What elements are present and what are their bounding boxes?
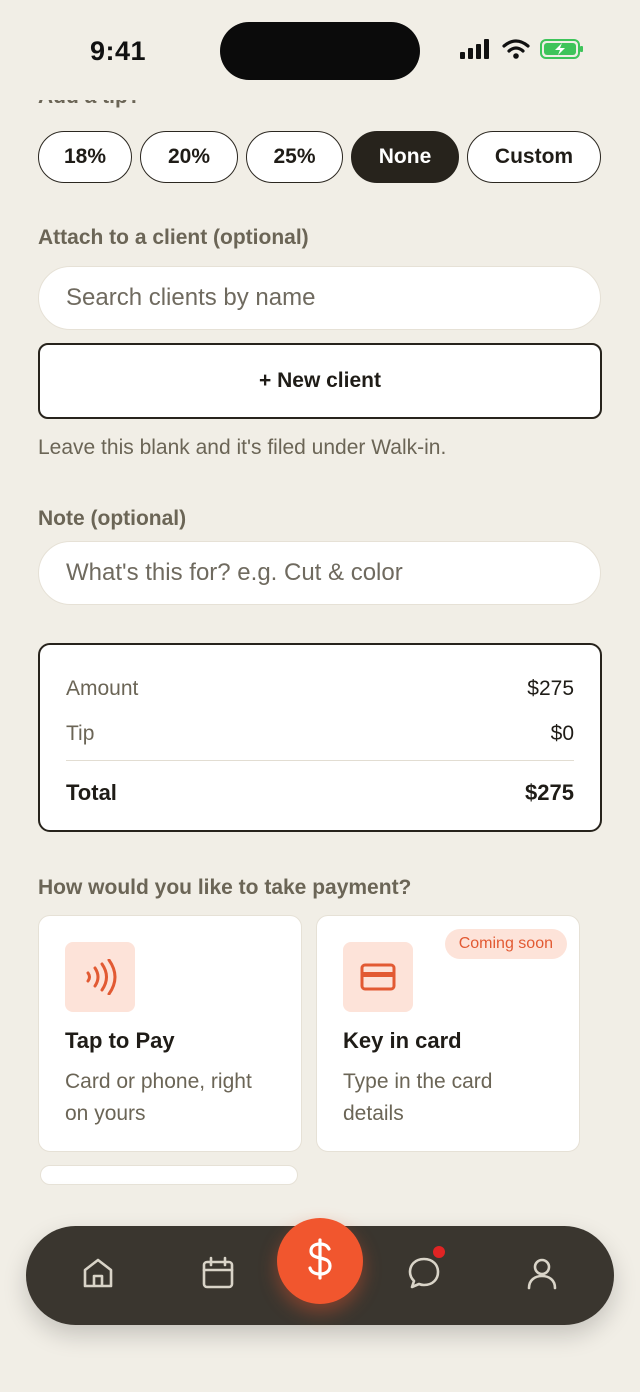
amount-label: Amount bbox=[66, 677, 139, 700]
tip-option-25[interactable]: 25% bbox=[246, 131, 343, 183]
summary-divider bbox=[66, 760, 574, 761]
tap-to-pay-desc: Card or phone, right on yours bbox=[65, 1070, 252, 1125]
client-hint: Leave this blank and it's filed under Wa… bbox=[38, 436, 447, 459]
tip-option-20[interactable]: 20% bbox=[140, 131, 238, 183]
tab-messages[interactable] bbox=[404, 1255, 444, 1295]
coming-soon-badge: Coming soon bbox=[444, 929, 567, 959]
calendar-icon bbox=[200, 1255, 236, 1296]
new-client-button[interactable]: + New client bbox=[38, 343, 602, 419]
wifi-icon bbox=[502, 39, 530, 64]
status-bar: 9:41 bbox=[0, 0, 640, 100]
status-icons bbox=[460, 38, 584, 65]
total-label: Total bbox=[66, 780, 117, 805]
tip-label: Tip bbox=[66, 722, 95, 745]
signal-icon bbox=[460, 39, 492, 64]
amount-value: $275 bbox=[527, 677, 574, 700]
note-label: Note (optional) bbox=[38, 507, 187, 530]
tab-home[interactable] bbox=[78, 1255, 118, 1295]
tap-to-pay-title: Tap to Pay bbox=[65, 1028, 175, 1053]
key-in-card-card[interactable]: Coming soon Key in card Type in the card… bbox=[316, 915, 580, 1152]
tip-value: $0 bbox=[550, 722, 574, 745]
client-search-input[interactable] bbox=[66, 284, 600, 312]
tab-profile[interactable] bbox=[522, 1255, 562, 1295]
payment-label: How would you like to take payment? bbox=[38, 876, 412, 899]
home-icon bbox=[80, 1255, 116, 1296]
tap-to-pay-card[interactable]: Tap to Pay Card or phone, right on yours bbox=[38, 915, 302, 1152]
note-field[interactable] bbox=[38, 541, 601, 605]
profile-icon bbox=[524, 1255, 560, 1296]
notification-dot bbox=[433, 1246, 445, 1258]
client-label: Attach to a client (optional) bbox=[38, 226, 309, 249]
clock: 9:41 bbox=[90, 36, 147, 66]
battery-icon bbox=[540, 38, 584, 65]
tip-option-none[interactable]: None bbox=[351, 131, 459, 183]
chat-icon bbox=[406, 1255, 442, 1296]
dollar-icon bbox=[300, 1237, 340, 1286]
contactless-icon bbox=[65, 942, 135, 1012]
tip-row: Tip $0 bbox=[66, 722, 574, 746]
key-in-card-desc: Type in the card details bbox=[343, 1070, 493, 1125]
tip-options: 18% 20% 25% None Custom bbox=[38, 131, 601, 183]
tab-calendar[interactable] bbox=[198, 1255, 238, 1295]
card-icon bbox=[343, 942, 413, 1012]
note-input[interactable] bbox=[66, 559, 600, 587]
payment-summary: Amount $275 Tip $0 Total $275 bbox=[38, 643, 602, 832]
total-row: Total $275 bbox=[66, 780, 574, 806]
total-value: $275 bbox=[525, 780, 574, 805]
tip-option-18[interactable]: 18% bbox=[38, 131, 132, 183]
client-search-field[interactable] bbox=[38, 266, 601, 330]
take-payment-button[interactable] bbox=[277, 1218, 363, 1304]
key-in-card-title: Key in card bbox=[343, 1028, 462, 1053]
tip-option-custom[interactable]: Custom bbox=[467, 131, 601, 183]
dynamic-island bbox=[220, 22, 420, 80]
amount-row: Amount $275 bbox=[66, 677, 574, 701]
